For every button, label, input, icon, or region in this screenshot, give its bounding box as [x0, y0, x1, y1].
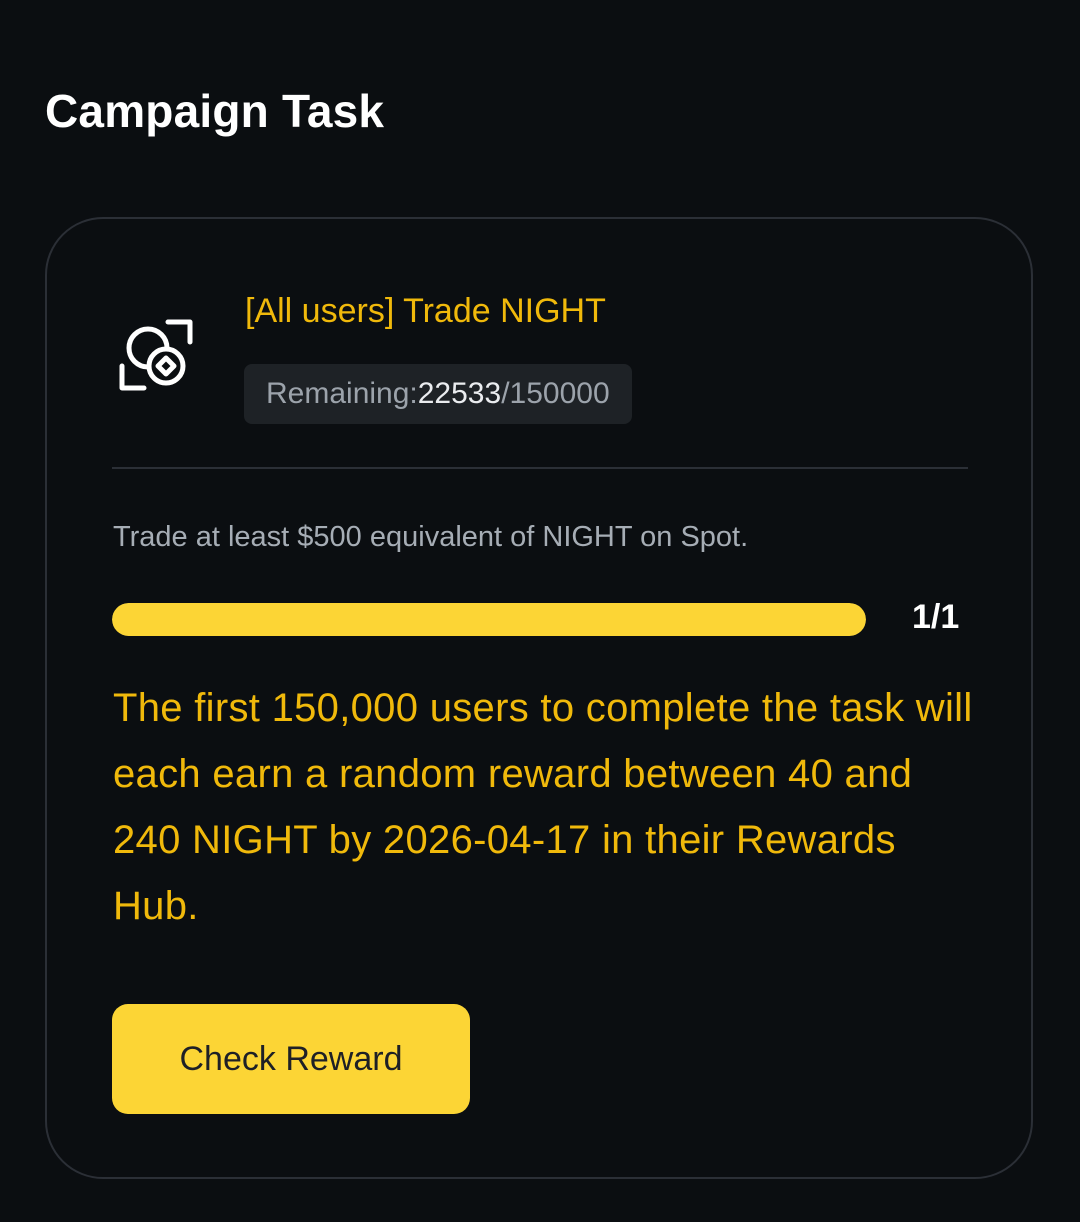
task-title: [All users] Trade NIGHT: [245, 292, 606, 330]
remaining-label: Remaining:: [266, 377, 418, 410]
section-title: Campaign Task: [45, 85, 385, 137]
scan-coin-icon: [119, 319, 193, 391]
task-description: Trade at least $500 equivalent of NIGHT …: [113, 521, 749, 553]
check-reward-button[interactable]: Check Reward: [112, 1004, 470, 1114]
progress-count: 1/1: [912, 598, 960, 636]
divider: [112, 467, 968, 469]
progress-bar-fill: [112, 603, 866, 636]
progress-bar: [112, 603, 866, 636]
remaining-badge: Remaining: 22533 /150000: [244, 364, 632, 424]
remaining-total-count: /150000: [501, 377, 610, 410]
reward-description: The first 150,000 users to complete the …: [113, 686, 973, 928]
remaining-current-count: 22533: [417, 377, 502, 410]
